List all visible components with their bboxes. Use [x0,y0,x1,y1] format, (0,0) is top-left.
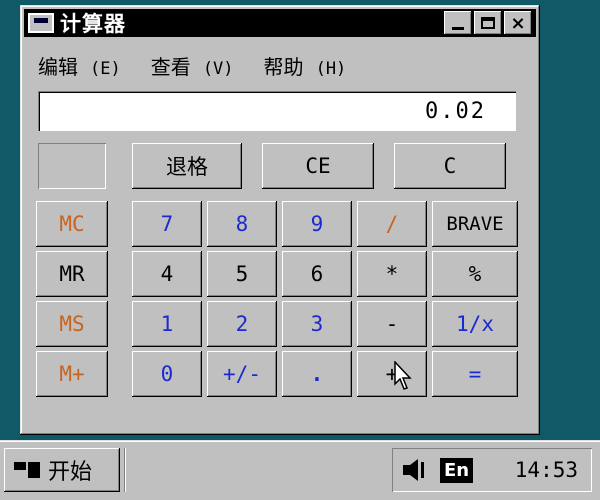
memory-indicator [38,143,106,189]
maximize-button[interactable] [474,11,502,35]
taskbar: 开始 En 14:53 [0,440,600,500]
clear-entry-button[interactable]: CE [262,143,374,189]
start-label: 开始 [48,460,93,485]
menu-edit[interactable]: 编辑 (E) [38,51,121,80]
calculator-icon [28,13,54,33]
clock: 14:53 [514,458,578,482]
clear-button[interactable]: C [394,143,506,189]
percent-button[interactable]: % [432,251,518,297]
memory-clear-button[interactable]: MC [36,201,108,247]
close-button[interactable]: × [504,11,532,35]
start-button[interactable]: 开始 [4,448,120,492]
reciprocal-button[interactable]: 1/x [432,301,518,347]
equals-button[interactable]: = [432,351,518,397]
menu-help[interactable]: 帮助 (H) [264,51,347,80]
digit-2-button[interactable]: 2 [207,301,277,347]
digit-0-button[interactable]: 0 [132,351,202,397]
result-display: 0.02 [38,91,516,131]
taskbar-separator [124,448,128,492]
calculator-window: 计算器 × 编辑 (E) 查看 (V) 帮助 (H) 0.02 退格 CE C … [20,5,540,435]
windows-logo-icon [14,459,42,481]
decimal-point-button[interactable]: . [282,351,352,397]
add-button[interactable]: + [357,351,427,397]
digit-6-button[interactable]: 6 [282,251,352,297]
minimize-button[interactable] [444,11,472,35]
brave-button[interactable]: BRAVE [432,201,518,247]
digit-9-button[interactable]: 9 [282,201,352,247]
window-title: 计算器 [60,12,126,36]
digit-7-button[interactable]: 7 [132,201,202,247]
memory-store-button[interactable]: MS [36,301,108,347]
memory-add-button[interactable]: M+ [36,351,108,397]
memory-recall-button[interactable]: MR [36,251,108,297]
close-icon: × [510,12,526,34]
backspace-button[interactable]: 退格 [132,143,242,189]
digit-3-button[interactable]: 3 [282,301,352,347]
digit-4-button[interactable]: 4 [132,251,202,297]
menu-view[interactable]: 查看 (V) [151,51,234,80]
input-language-indicator[interactable]: En [440,457,474,483]
menu-bar: 编辑 (E) 查看 (V) 帮助 (H) [38,51,346,80]
divide-button[interactable]: / [357,201,427,247]
digit-1-button[interactable]: 1 [132,301,202,347]
digit-5-button[interactable]: 5 [207,251,277,297]
speaker-icon[interactable] [400,456,434,484]
sign-toggle-button[interactable]: +/- [207,351,277,397]
digit-8-button[interactable]: 8 [207,201,277,247]
title-bar[interactable]: 计算器 × [24,9,536,37]
subtract-button[interactable]: - [357,301,427,347]
system-tray: En 14:53 [392,448,592,492]
multiply-button[interactable]: * [357,251,427,297]
